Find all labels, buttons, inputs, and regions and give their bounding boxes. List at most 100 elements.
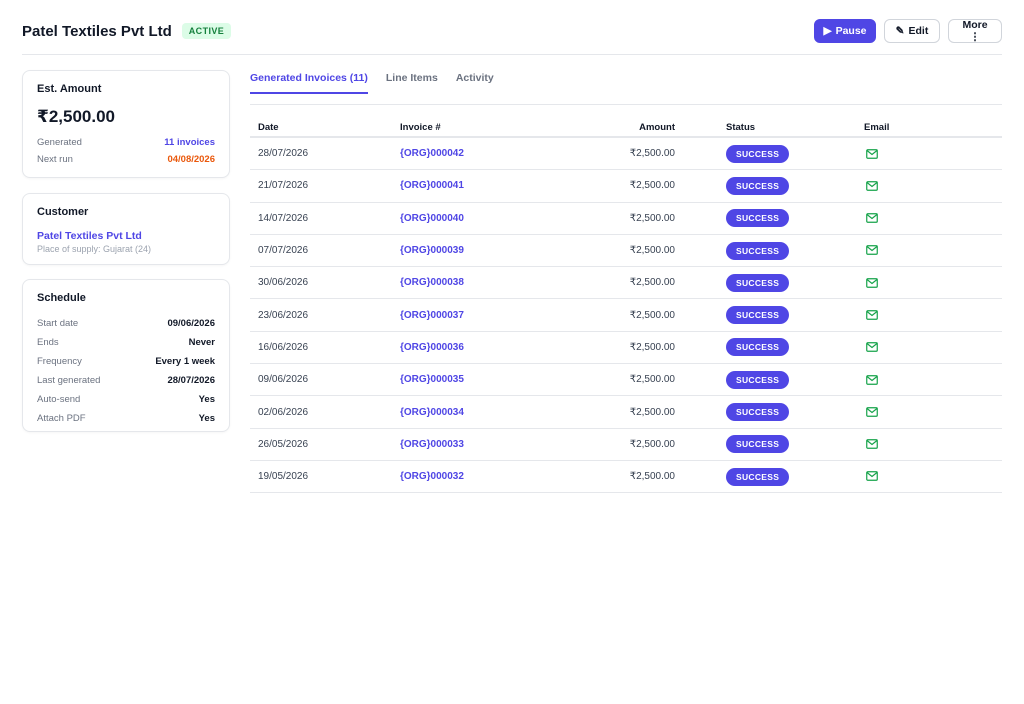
mail-icon[interactable]: [866, 439, 878, 450]
summary-title: Est. Amount: [37, 83, 102, 95]
tab-line-items[interactable]: Line Items: [386, 68, 438, 94]
status-pill: SUCCESS: [726, 370, 790, 389]
next-run-label: Next run: [37, 154, 73, 165]
table-row: 16/06/2026 {ORG}000036 ₹2,500.00 SUCCESS: [250, 332, 1002, 365]
mail-icon[interactable]: [866, 342, 878, 353]
invoice-link[interactable]: {ORG}000039: [400, 245, 464, 256]
row-date: 16/06/2026: [258, 341, 309, 353]
more-button[interactable]: More ⋮: [948, 19, 1002, 43]
play-icon: ▶: [823, 25, 832, 37]
invoice-link[interactable]: {ORG}000037: [400, 310, 464, 321]
row-date: 28/07/2026: [258, 148, 309, 160]
schedule-row: Attach PDF Yes: [37, 413, 215, 424]
header-email: Email: [864, 121, 890, 133]
customer-title: Customer: [37, 206, 89, 218]
row-date: 26/05/2026: [258, 438, 309, 450]
mail-icon[interactable]: [866, 148, 878, 159]
next-run-value: 04/08/2026: [167, 154, 215, 165]
page-title: Patel Textiles Pvt Ltd: [22, 22, 172, 40]
invoice-link[interactable]: {ORG}000033: [400, 439, 464, 450]
row-amount: ₹2,500.00: [629, 180, 675, 192]
table-row: 26/05/2026 {ORG}000033 ₹2,500.00 SUCCESS: [250, 429, 1002, 461]
row-date: 14/07/2026: [258, 212, 309, 224]
row-date: 07/07/2026: [258, 245, 309, 257]
customer-name-link[interactable]: Patel Textiles Pvt Ltd: [37, 230, 215, 242]
schedule-row: Last generated 28/07/2026: [37, 375, 215, 386]
table-row: 28/07/2026 {ORG}000042 ₹2,500.00 SUCCESS: [250, 138, 1002, 171]
row-amount: ₹2,500.00: [629, 277, 675, 289]
mail-icon[interactable]: [866, 374, 878, 385]
schedule-title: Schedule: [37, 292, 86, 304]
mail-icon[interactable]: [866, 471, 878, 482]
invoice-link[interactable]: {ORG}000040: [400, 213, 464, 224]
invoice-link[interactable]: {ORG}000036: [400, 342, 464, 353]
header-date: Date: [258, 121, 279, 133]
table-row: 21/07/2026 {ORG}000041 ₹2,500.00 SUCCESS: [250, 170, 1002, 203]
tab-bar: Generated Invoices (11) Line Items Activ…: [250, 68, 1002, 105]
invoice-link[interactable]: {ORG}000042: [400, 148, 464, 159]
edit-button-label: Edit: [908, 25, 929, 37]
table-row: 14/07/2026 {ORG}000040 ₹2,500.00 SUCCESS: [250, 203, 1002, 235]
header-status: Status: [726, 121, 756, 133]
pause-button-label: Pause: [835, 25, 867, 37]
invoice-schedule-page: Patel Textiles Pvt Ltd ACTIVE ▶ Pause ✎ …: [0, 0, 1024, 704]
row-date: 09/06/2026: [258, 374, 309, 386]
status-pill: SUCCESS: [726, 403, 790, 422]
header-amount: Amount: [639, 121, 675, 133]
tab-generated-invoices[interactable]: Generated Invoices (11): [250, 68, 368, 94]
schedule-row: Auto-send Yes: [37, 394, 215, 405]
invoice-link[interactable]: {ORG}000038: [400, 277, 464, 288]
more-button-label: More ⋮: [962, 19, 988, 43]
table-row: 07/07/2026 {ORG}000039 ₹2,500.00 SUCCESS: [250, 235, 1002, 268]
table-row: 02/06/2026 {ORG}000034 ₹2,500.00 SUCCESS: [250, 396, 1002, 429]
pause-button[interactable]: ▶ Pause: [814, 19, 876, 43]
table-body: 28/07/2026 {ORG}000042 ₹2,500.00 SUCCESS…: [250, 138, 1002, 494]
table-row: 30/06/2026 {ORG}000038 ₹2,500.00 SUCCESS: [250, 267, 1002, 300]
status-pill: SUCCESS: [726, 176, 790, 195]
status-pill: SUCCESS: [726, 435, 790, 454]
row-date: 02/06/2026: [258, 406, 309, 418]
tab-activity[interactable]: Activity: [456, 68, 494, 94]
invoice-link[interactable]: {ORG}000034: [400, 407, 464, 418]
row-amount: ₹2,500.00: [629, 471, 675, 483]
edit-button[interactable]: ✎ Edit: [884, 19, 940, 43]
row-date: 21/07/2026: [258, 180, 309, 192]
row-amount: ₹2,500.00: [629, 341, 675, 353]
generated-value[interactable]: 11 invoices: [164, 137, 215, 148]
row-amount: ₹2,500.00: [629, 148, 675, 160]
row-amount: ₹2,500.00: [629, 309, 675, 321]
mail-icon[interactable]: [866, 310, 878, 320]
row-date: 30/06/2026: [258, 277, 309, 289]
status-pill: SUCCESS: [726, 306, 790, 325]
status-pill: SUCCESS: [726, 338, 790, 357]
schedule-row: Start date 09/06/2026: [37, 318, 215, 329]
header-invoice: Invoice #: [400, 121, 441, 133]
status-pill: SUCCESS: [726, 209, 790, 228]
summary-card: Est. Amount ₹2,500.00 Generated 11 invoi…: [22, 70, 230, 178]
schedule-card: Schedule Start date 09/06/2026 Ends Neve…: [22, 279, 230, 432]
mail-icon[interactable]: [866, 245, 878, 256]
table-row: 19/05/2026 {ORG}000032 ₹2,500.00 SUCCESS: [250, 461, 1002, 494]
schedule-row: Ends Never: [37, 337, 215, 348]
invoice-link[interactable]: {ORG}000035: [400, 374, 464, 385]
row-amount: ₹2,500.00: [629, 374, 675, 386]
page-header: Patel Textiles Pvt Ltd ACTIVE ▶ Pause ✎ …: [22, 16, 1002, 55]
invoices-table: Date Invoice # Amount Status Email 28/07…: [250, 118, 1002, 494]
mail-icon[interactable]: [866, 277, 878, 288]
status-pill: SUCCESS: [726, 144, 790, 163]
mail-icon[interactable]: [866, 213, 878, 223]
status-badge: ACTIVE: [181, 23, 232, 39]
schedule-row: Frequency Every 1 week: [37, 356, 215, 367]
customer-card: Customer Patel Textiles Pvt Ltd Place of…: [22, 193, 230, 265]
status-pill: SUCCESS: [726, 273, 790, 292]
status-pill: SUCCESS: [726, 241, 790, 260]
row-date: 19/05/2026: [258, 471, 309, 483]
mail-icon[interactable]: [866, 407, 878, 417]
invoice-link[interactable]: {ORG}000032: [400, 471, 464, 482]
mail-icon[interactable]: [866, 180, 878, 191]
invoice-link[interactable]: {ORG}000041: [400, 180, 464, 191]
pencil-icon: ✎: [895, 25, 905, 37]
row-amount: ₹2,500.00: [629, 212, 675, 224]
row-amount: ₹2,500.00: [629, 406, 675, 418]
row-amount: ₹2,500.00: [629, 438, 675, 450]
